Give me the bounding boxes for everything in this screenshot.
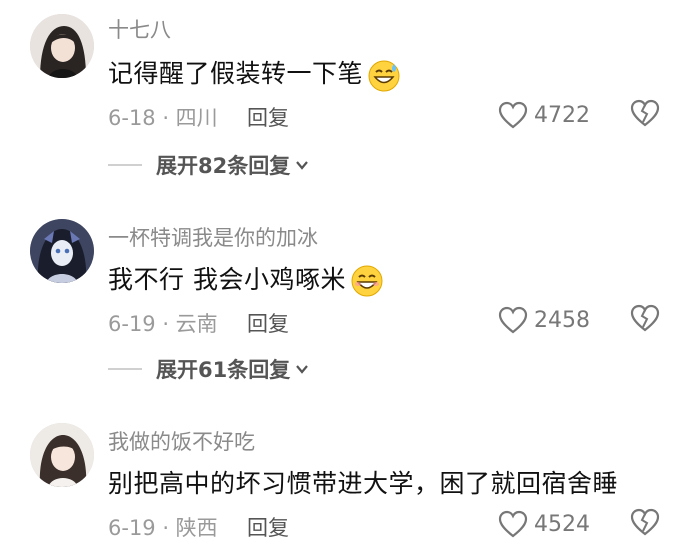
heart-icon bbox=[498, 510, 528, 538]
comment-item: 我做的饭不好吃 别把高中的坏习惯带进大学，困了就回宿舍睡 6-19 · 陕西 回… bbox=[0, 0, 690, 551]
reply-button[interactable]: 回复 bbox=[247, 512, 289, 542]
comment-text-body: 别把高中的坏习惯带进大学，困了就回宿舍睡 bbox=[108, 469, 619, 498]
avatar[interactable] bbox=[30, 423, 94, 487]
comment-meta: 6-19 · 陕西 bbox=[108, 516, 218, 540]
broken-heart-icon[interactable] bbox=[629, 507, 661, 537]
like-button[interactable]: 4524 bbox=[498, 507, 590, 541]
like-count: 4524 bbox=[534, 511, 590, 537]
comment-text: 别把高中的坏习惯带进大学，困了就回宿舍睡 bbox=[108, 464, 618, 500]
username[interactable]: 我做的饭不好吃 bbox=[108, 426, 255, 456]
